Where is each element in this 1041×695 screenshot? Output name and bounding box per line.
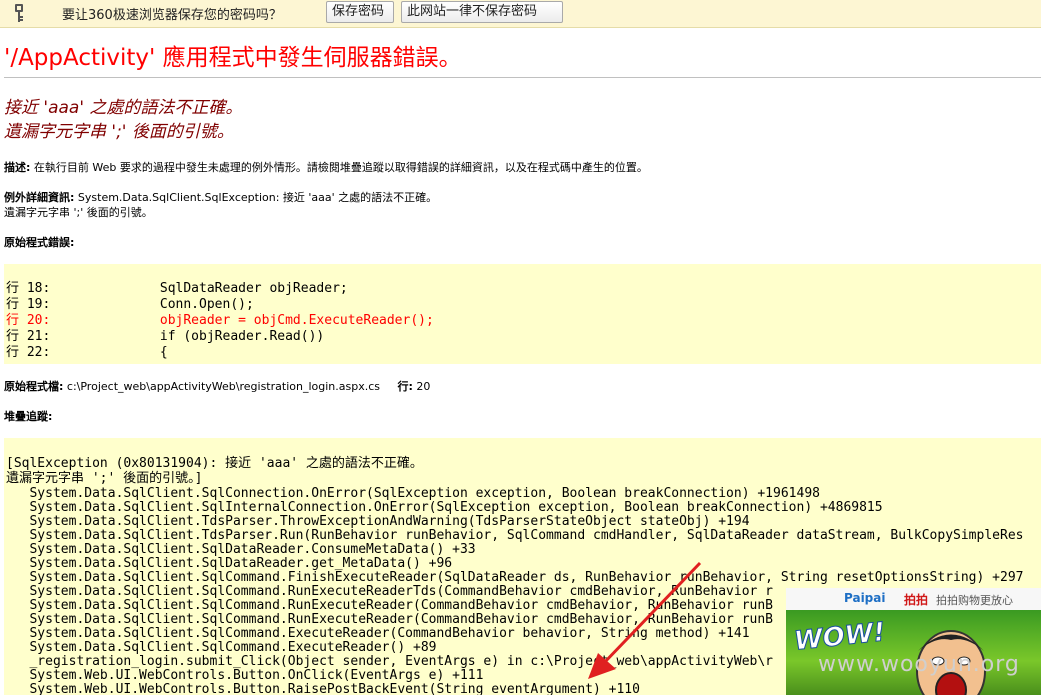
source-error-label: 原始程式錯誤:: [4, 236, 75, 249]
ad-popup[interactable]: Paipai 拍拍 拍拍购物更放心 WOW!: [786, 588, 1041, 695]
description-text: 在執行目前 Web 要求的過程中發生未處理的例外情形。請檢閱堆疊追蹤以取得錯誤的…: [33, 161, 648, 174]
stack-trace-heading: 堆疊追蹤:: [4, 409, 52, 424]
stack-line: System.Data.SqlClient.TdsParser.ThrowExc…: [6, 514, 750, 529]
source-code-block: 行 18: SqlDataReader objReader; 行 19: Con…: [4, 264, 1041, 364]
stack-line: System.Data.SqlClient.SqlDataReader.get_…: [6, 556, 453, 571]
stack-line: System.Data.SqlClient.TdsParser.Run(RunB…: [6, 528, 1024, 543]
stack-line: 遺漏字元字串 ';' 後面的引號。]: [6, 471, 203, 486]
source-file-path: c:\Project_web\appActivityWeb\registrati…: [66, 380, 380, 393]
exception-label: 例外詳細資訊:: [4, 191, 75, 204]
stack-line: System.Data.SqlClient.SqlDataReader.Cons…: [6, 542, 476, 557]
divider: [4, 77, 1041, 78]
exception-details: 例外詳細資訊: System.Data.SqlClient.SqlExcepti…: [4, 190, 437, 220]
ad-header: Paipai 拍拍 拍拍购物更放心: [786, 588, 1041, 610]
source-line: 行 18: SqlDataReader objReader;: [6, 281, 348, 296]
source-line: 行 22: {: [6, 345, 168, 360]
source-line-highlighted: 行 20: objReader = objCmd.ExecuteReader()…: [6, 313, 434, 328]
stack-line: System.Data.SqlClient.SqlCommand.FinishE…: [6, 570, 1024, 585]
save-password-button[interactable]: 保存密码: [326, 1, 394, 23]
password-prompt-text: 要让360极速浏览器保存您的密码吗？: [62, 8, 282, 23]
source-file-label: 原始程式檔:: [4, 380, 64, 393]
source-error-heading: 原始程式錯誤:: [4, 235, 74, 250]
source-line: 行 19: Conn.Open();: [6, 297, 254, 312]
page-title: '/AppActivity' 應用程式中發生伺服器錯誤。: [4, 45, 462, 71]
exception-text-line2: 遺漏字元字串 ';' 後面的引號。: [4, 206, 153, 219]
line-number: 20: [416, 380, 431, 393]
ad-brand-cn: 拍拍: [904, 593, 929, 607]
error-message-line: 接近 'aaa' 之處的語法不正確。: [4, 98, 243, 118]
key-icon: [15, 4, 23, 22]
ad-brand: Paipai: [844, 591, 886, 605]
error-message: 接近 'aaa' 之處的語法不正確。 遺漏字元字串 ';' 後面的引號。: [4, 96, 242, 144]
source-file-info: 原始程式檔: c:\Project_web\appActivityWeb\reg…: [4, 379, 430, 394]
description-label: 描述:: [4, 161, 31, 174]
red-arrow-annotation: [588, 561, 702, 679]
never-save-password-button[interactable]: 此网站一律不保存密码: [401, 1, 563, 23]
line-label: 行:: [397, 380, 413, 393]
watermark: www.wooyun.org: [818, 652, 1020, 677]
stack-line: [SqlException (0x80131904): 接近 'aaa' 之處的…: [6, 456, 423, 471]
stack-line: System.Data.SqlClient.SqlCommand.Execute…: [6, 640, 437, 655]
stack-line: System.Data.SqlClient.SqlInternalConnect…: [6, 500, 883, 515]
password-save-bar: 要让360极速浏览器保存您的密码吗？ 保存密码 此网站一律不保存密码: [0, 0, 1041, 28]
exception-text: System.Data.SqlClient.SqlException: 接近 '…: [77, 191, 438, 204]
stack-line: System.Data.SqlClient.SqlConnection.OnEr…: [6, 486, 820, 501]
stack-line: System.Web.UI.WebControls.Button.OnClick…: [6, 668, 484, 683]
stack-trace-label: 堆疊追蹤:: [4, 410, 53, 423]
ad-tagline: 拍拍购物更放心: [936, 594, 1013, 607]
error-message-line: 遺漏字元字串 ';' 後面的引號。: [4, 122, 234, 142]
source-line: 行 21: if (objReader.Read()): [6, 329, 325, 344]
description: 描述: 在執行目前 Web 要求的過程中發生未處理的例外情形。請檢閱堆疊追蹤以取…: [4, 160, 648, 175]
